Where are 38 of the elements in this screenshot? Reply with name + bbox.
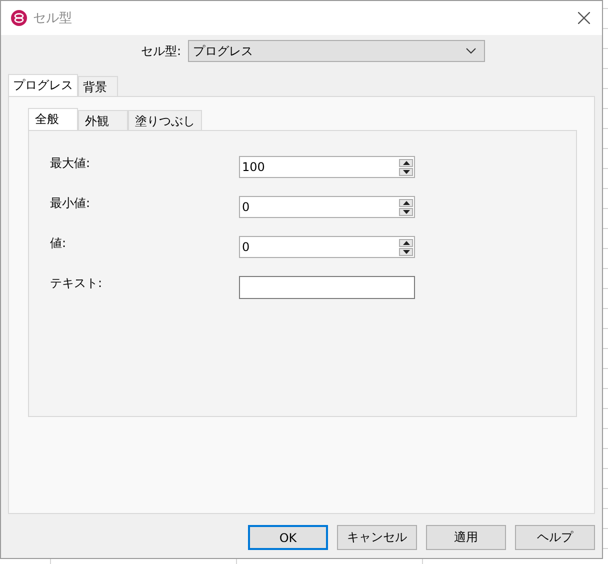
- spin-up-button[interactable]: [399, 198, 413, 206]
- field-label: 最大値:: [50, 156, 92, 170]
- dialog-button[interactable]: OK: [248, 525, 328, 550]
- tab[interactable]: 背景: [78, 76, 118, 96]
- chevron-down-icon: [466, 48, 476, 54]
- spin-up-button[interactable]: [399, 158, 413, 166]
- text-field[interactable]: [239, 276, 415, 299]
- number-spinner[interactable]: 100: [239, 156, 415, 178]
- cell-type-dropdown[interactable]: プログレス: [188, 40, 485, 62]
- spin-down-button[interactable]: [399, 208, 413, 216]
- field-label: 値:: [50, 236, 68, 250]
- window-title: セル型: [33, 10, 72, 27]
- triangle-up-icon: [402, 160, 410, 164]
- tab[interactable]: 全般: [28, 108, 78, 130]
- tab[interactable]: 外観: [78, 110, 128, 130]
- spinner-value: 0: [242, 200, 250, 214]
- number-spinner[interactable]: 0: [239, 196, 415, 218]
- number-spinner[interactable]: 0: [239, 236, 415, 258]
- spinner-value: 100: [242, 160, 265, 174]
- spin-down-button[interactable]: [399, 248, 413, 256]
- dialog-button[interactable]: ヘルプ: [515, 525, 595, 550]
- tab[interactable]: プログレス: [8, 74, 78, 96]
- close-icon[interactable]: [578, 12, 590, 24]
- cell-type-label: セル型:: [141, 42, 182, 60]
- dialog-button[interactable]: 適用: [426, 525, 506, 550]
- spin-down-button[interactable]: [399, 168, 413, 176]
- spin-up-button[interactable]: [399, 238, 413, 246]
- dialog-button[interactable]: キャンセル: [337, 525, 417, 550]
- spinner-value: 0: [242, 240, 250, 254]
- triangle-down-icon: [402, 170, 410, 174]
- triangle-down-icon: [402, 210, 410, 214]
- triangle-up-icon: [402, 240, 410, 244]
- field-label: 最小値:: [50, 196, 92, 210]
- triangle-up-icon: [402, 200, 410, 204]
- triangle-down-icon: [402, 250, 410, 254]
- app-logo-icon: [11, 10, 27, 26]
- tab[interactable]: 塗りつぶし: [128, 110, 202, 130]
- field-label: テキスト:: [50, 276, 104, 290]
